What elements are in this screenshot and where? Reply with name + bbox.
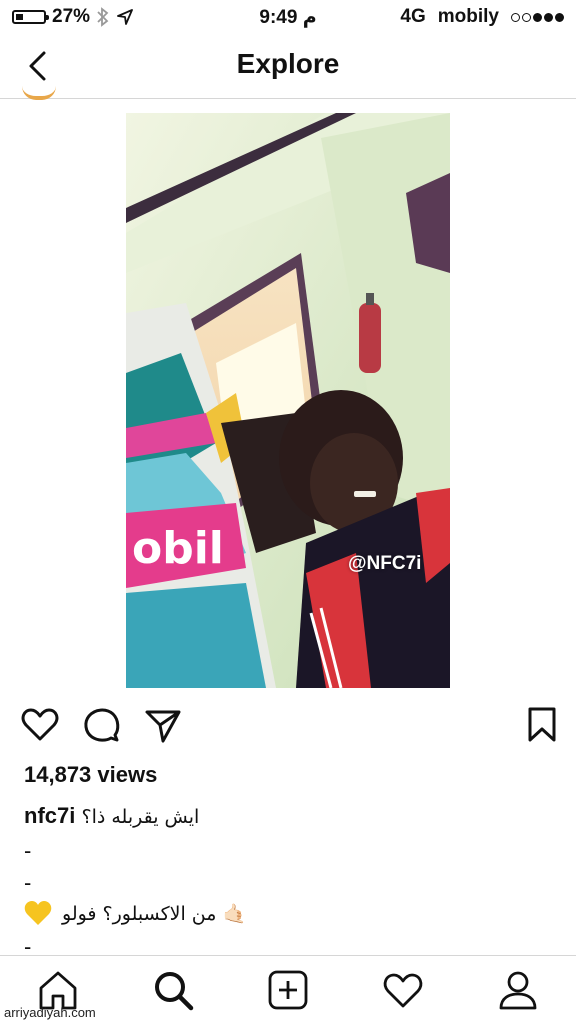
yellow-heart-icon xyxy=(24,901,52,925)
like-button[interactable] xyxy=(20,705,60,745)
caption-line: من الاكسبلور؟ فولو 🤙🏻 xyxy=(24,900,246,926)
share-icon xyxy=(145,710,181,743)
heart-icon xyxy=(21,708,59,741)
caption-text: ايش يقربله ذا؟ xyxy=(81,806,200,828)
signal-strength-icon xyxy=(511,12,564,22)
page-title: Explore xyxy=(236,48,340,79)
tab-activity[interactable] xyxy=(381,968,425,1012)
search-icon xyxy=(155,972,194,1011)
video-watermark: @NFC7i xyxy=(348,553,422,574)
nav-bar: Explore xyxy=(0,34,576,99)
save-button[interactable] xyxy=(522,705,562,745)
status-bar: 27% 9:49 م 4G mobily xyxy=(0,0,576,34)
caption-dash: - xyxy=(24,838,32,863)
post-video[interactable]: obil xyxy=(126,113,450,688)
caption-username[interactable]: nfc7i xyxy=(24,803,75,828)
tab-new-post[interactable] xyxy=(266,968,310,1012)
source-watermark: arriyadiyah.com xyxy=(4,1005,96,1020)
profile-icon xyxy=(499,971,537,1010)
view-count: 14,873 views xyxy=(24,762,158,787)
signal-dot xyxy=(533,12,542,22)
share-button[interactable] xyxy=(143,705,183,745)
signal-dot xyxy=(544,12,553,22)
tab-profile[interactable] xyxy=(496,968,540,1012)
caption-dash: - xyxy=(24,870,32,895)
signal-dot xyxy=(522,12,531,22)
caption-line-text: من الاكسبلور؟ فولو 🤙🏻 xyxy=(62,902,247,925)
comment-icon xyxy=(84,708,120,742)
svg-text:obil: obil xyxy=(132,523,224,574)
add-post-icon xyxy=(268,970,308,1010)
tab-search[interactable] xyxy=(151,968,195,1012)
status-right: 4G mobily xyxy=(400,6,564,28)
caption: nfc7i ايش يقربله ذا؟ xyxy=(24,803,199,829)
comment-button[interactable] xyxy=(82,705,122,745)
activity-heart-icon xyxy=(383,973,423,1008)
signal-dot xyxy=(511,12,520,22)
carrier-name: mobily xyxy=(437,6,499,27)
signal-dot xyxy=(555,12,564,22)
bookmark-icon xyxy=(528,707,556,742)
network-type: 4G xyxy=(400,6,426,27)
post-actions xyxy=(0,705,576,749)
